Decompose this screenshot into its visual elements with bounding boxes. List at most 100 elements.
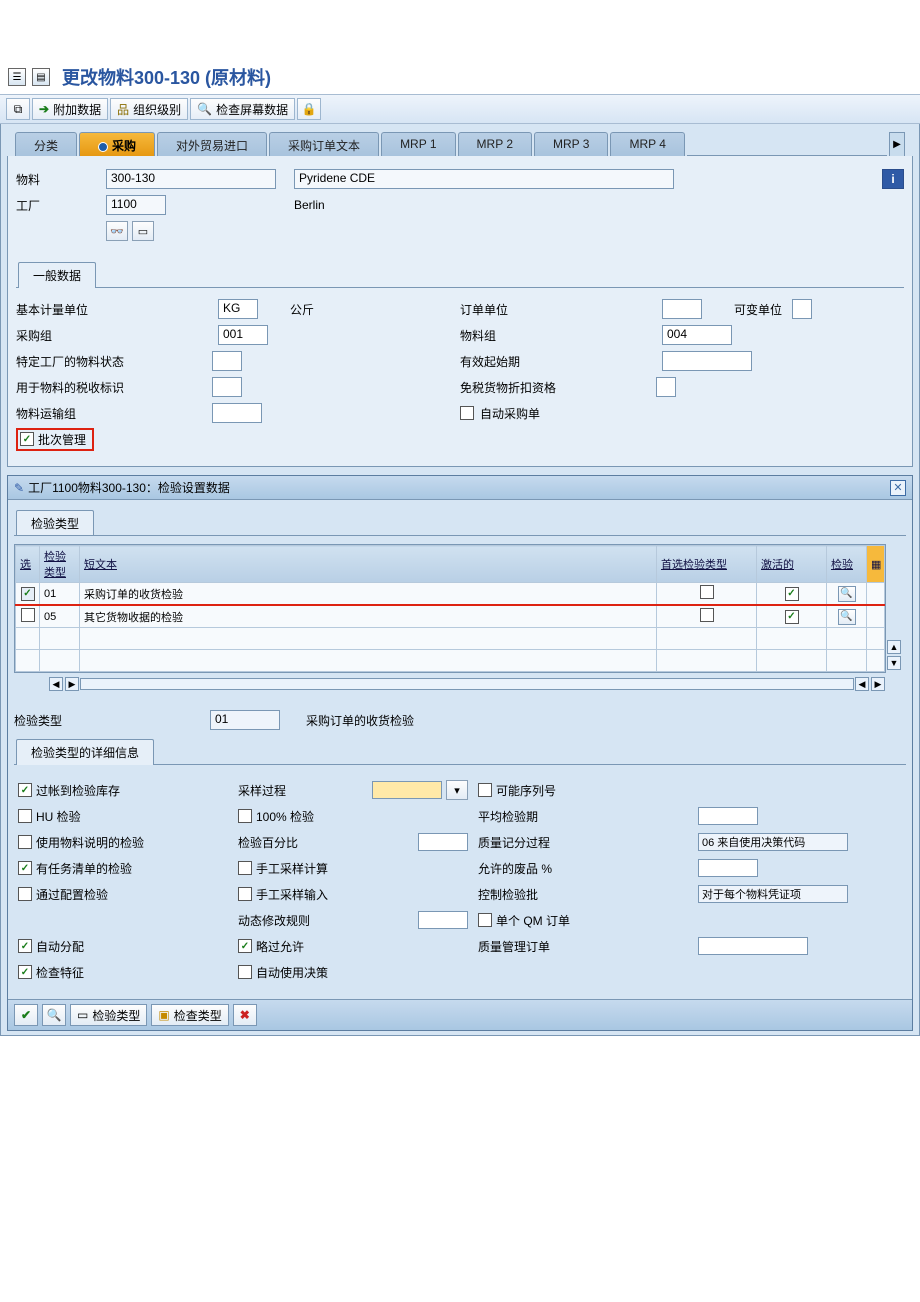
inspection-type-new-button[interactable]: ▭检验类型 (70, 1004, 147, 1026)
single-qm-order-checkbox[interactable] (478, 913, 492, 927)
col-select[interactable]: 选 (16, 546, 40, 583)
task-list-checkbox[interactable] (18, 861, 32, 875)
row-select-checkbox[interactable] (21, 587, 35, 601)
tab-purchasing[interactable]: 采购 (79, 132, 155, 156)
dialog-icon: ✎ (14, 481, 24, 495)
freight-group-field[interactable] (212, 403, 262, 423)
sampling-proc-field[interactable] (372, 781, 442, 799)
tab-foreign-trade[interactable]: 对外贸易进口 (157, 132, 267, 156)
row-detail-button[interactable]: 🔍 (838, 609, 856, 625)
col-pref[interactable]: 首选检验类型 (657, 546, 757, 583)
config-insp-checkbox[interactable] (18, 887, 32, 901)
auto-assign-checkbox[interactable] (18, 939, 32, 953)
allowed-scrap-field[interactable] (698, 859, 758, 877)
table-row-empty (16, 650, 885, 672)
scroll-up-button[interactable]: ▲ (887, 640, 901, 654)
tax-free-label: 免税货物折扣资格 (460, 379, 650, 396)
dyn-mod-rule-field[interactable] (418, 911, 468, 929)
hundred-pct-checkbox[interactable] (238, 809, 252, 823)
row-pref-checkbox[interactable] (700, 585, 714, 599)
post-insp-stock-checkbox[interactable] (18, 783, 32, 797)
continue-button[interactable]: ✔ (14, 1004, 38, 1026)
q-score-proc-value[interactable]: 06 来自使用决策代码 (698, 833, 848, 851)
hscroll-track[interactable] (80, 678, 854, 690)
plant-label: 工厂 (16, 197, 106, 214)
info-button[interactable]: i (882, 169, 904, 189)
org-level-button[interactable]: 品 组织级别 (110, 98, 188, 120)
check-char-checkbox[interactable] (18, 965, 32, 979)
table-row[interactable]: 05 其它货物收据的检验 🔍 (16, 605, 885, 628)
material-field[interactable]: 300-130 (106, 169, 276, 189)
row-select-checkbox[interactable] (21, 608, 35, 622)
material-group-field[interactable]: 004 (662, 325, 732, 345)
possible-serial-checkbox[interactable] (478, 783, 492, 797)
col-config[interactable]: ▦ (867, 546, 885, 583)
use-mat-spec-checkbox[interactable] (18, 835, 32, 849)
display-icon[interactable]: 👓 (106, 221, 128, 241)
hscroll-right2-button[interactable]: ▶ (871, 677, 885, 691)
col-detail[interactable]: 检验 (827, 546, 867, 583)
manual-calc-checkbox[interactable] (238, 861, 252, 875)
sampling-proc-f4-icon[interactable]: ▾ (446, 780, 468, 800)
tab-mrp3[interactable]: MRP 3 (534, 132, 608, 156)
base-uom-field[interactable]: KG (218, 299, 258, 319)
col-short[interactable]: 短文本 (80, 546, 657, 583)
document-icon[interactable]: ▭ (132, 221, 154, 241)
menu-icon[interactable]: ☰ (8, 68, 26, 86)
row-active-checkbox[interactable] (785, 610, 799, 624)
hscroll-right-button[interactable]: ▶ (65, 677, 79, 691)
inspection-setup-dialog: ✎ 工厂1100物料300-130：检验设置数据 ✕ 检验类型 (7, 475, 913, 1031)
extra-data-button[interactable]: ➔ 附加数据 (32, 98, 108, 120)
auto-po-label: 自动采购单 (480, 405, 540, 422)
dialog-close-button[interactable]: ✕ (890, 480, 906, 496)
other-view-button[interactable]: ⧉ (6, 98, 30, 120)
lock-button[interactable]: 🔒 (297, 98, 321, 120)
control-lot-value[interactable]: 对于每个物料凭证项 (698, 885, 848, 903)
check-type-button[interactable]: ▣检查类型 (151, 1004, 228, 1026)
row-pref-checkbox[interactable] (700, 608, 714, 622)
material-label: 物料 (16, 171, 106, 188)
valid-from-field[interactable] (662, 351, 752, 371)
auto-po-checkbox[interactable] (460, 406, 474, 420)
tab-classification[interactable]: 分类 (15, 132, 77, 156)
table-row[interactable]: 01 采购订单的收货检验 🔍 (16, 583, 885, 606)
row-detail-button[interactable]: 🔍 (838, 586, 856, 602)
material-desc-field[interactable]: Pyridene CDE (294, 169, 674, 189)
tab-po-text[interactable]: 采购订单文本 (269, 132, 379, 156)
tax-ind-field[interactable] (212, 377, 242, 397)
var-unit-field[interactable] (792, 299, 812, 319)
qm-order-field[interactable] (698, 937, 808, 955)
manual-input-checkbox[interactable] (238, 887, 252, 901)
auto-decision-checkbox[interactable] (238, 965, 252, 979)
hscroll-left-button[interactable]: ◀ (49, 677, 63, 691)
check-screen-button[interactable]: 🔍 检查屏幕数据 (190, 98, 295, 120)
dropdown-icon[interactable]: ▤ (32, 68, 50, 86)
skip-allowed-checkbox[interactable] (238, 939, 252, 953)
base-uom-text: 公斤 (290, 301, 314, 318)
dialog-button-bar: ✔ 🔍 ▭检验类型 ▣检查类型 ✖ (8, 999, 912, 1030)
tax-free-field[interactable] (656, 377, 676, 397)
tab-mrp2[interactable]: MRP 2 (458, 132, 532, 156)
batch-mgmt-highlight: 批次管理 (16, 428, 94, 451)
tab-scroll-right[interactable]: ▶ (889, 132, 905, 156)
insp-pct-field[interactable] (418, 833, 468, 851)
avg-insp-dur-field[interactable] (698, 807, 758, 825)
batch-mgmt-checkbox[interactable] (20, 432, 34, 446)
tab-mrp1[interactable]: MRP 1 (381, 132, 455, 156)
col-active[interactable]: 激活的 (757, 546, 827, 583)
hu-insp-checkbox[interactable] (18, 809, 32, 823)
dialog-title: 工厂1100物料300-130：检验设置数据 (28, 479, 230, 496)
plant-status-field[interactable] (212, 351, 242, 371)
purch-group-field[interactable]: 001 (218, 325, 268, 345)
plant-field[interactable]: 1100 (106, 195, 166, 215)
base-uom-label: 基本计量单位 (16, 301, 146, 318)
col-type[interactable]: 检验类型 (40, 546, 80, 583)
detail-type-label: 检验类型 (14, 712, 204, 729)
hscroll-left2-button[interactable]: ◀ (855, 677, 869, 691)
order-unit-field[interactable] (662, 299, 702, 319)
cancel-button[interactable]: ✖ (233, 1004, 257, 1026)
tab-mrp4[interactable]: MRP 4 (610, 132, 684, 156)
goto-button[interactable]: 🔍 (42, 1004, 66, 1026)
row-active-checkbox[interactable] (785, 587, 799, 601)
scroll-down-button[interactable]: ▼ (887, 656, 901, 670)
